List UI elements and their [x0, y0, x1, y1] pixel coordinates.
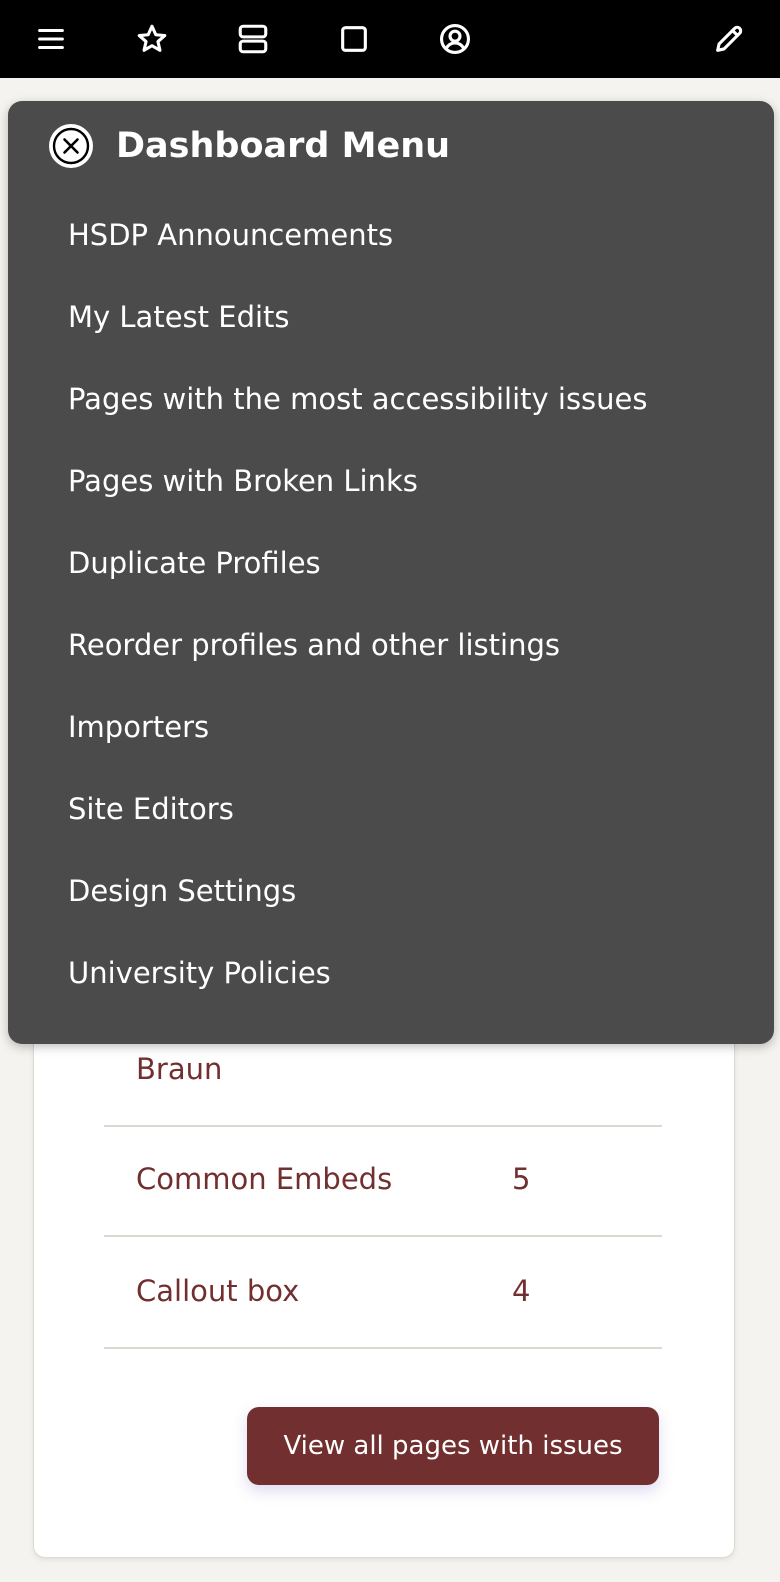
menu-item-site-editors[interactable]: Site Editors: [8, 768, 774, 850]
menu-item-university-policies[interactable]: University Policies: [8, 932, 774, 1014]
issue-count: 5: [512, 1162, 531, 1196]
layout-icon[interactable]: [233, 19, 273, 59]
issue-page-name[interactable]: Common Embeds: [136, 1162, 392, 1196]
issue-page-name[interactable]: Callout box: [136, 1274, 299, 1308]
table-row[interactable]: Common Embeds 5: [104, 1125, 662, 1237]
close-circle-icon[interactable]: [48, 123, 94, 169]
menu-item-reorder-profiles[interactable]: Reorder profiles and other listings: [8, 604, 774, 686]
star-icon[interactable]: [132, 19, 172, 59]
pencil-icon[interactable]: [709, 19, 749, 59]
issue-page-name[interactable]: Braun: [136, 1052, 222, 1086]
menu-icon[interactable]: [31, 19, 71, 59]
square-icon[interactable]: [334, 19, 374, 59]
top-toolbar: [0, 0, 780, 78]
view-all-issues-button[interactable]: View all pages with issues: [247, 1407, 659, 1485]
issue-count: 4: [512, 1274, 531, 1308]
user-icon[interactable]: [435, 19, 475, 59]
dashboard-menu: Dashboard Menu HSDP Announcements My Lat…: [8, 101, 774, 1044]
table-row[interactable]: Callout box 4: [104, 1237, 662, 1349]
menu-list: HSDP Announcements My Latest Edits Pages…: [8, 194, 774, 1014]
menu-item-hsdp-announcements[interactable]: HSDP Announcements: [8, 194, 774, 276]
menu-item-accessibility-issues[interactable]: Pages with the most accessibility issues: [8, 358, 774, 440]
menu-item-duplicate-profiles[interactable]: Duplicate Profiles: [8, 522, 774, 604]
menu-item-my-latest-edits[interactable]: My Latest Edits: [8, 276, 774, 358]
menu-item-importers[interactable]: Importers: [8, 686, 774, 768]
menu-item-design-settings[interactable]: Design Settings: [8, 850, 774, 932]
menu-title: Dashboard Menu: [116, 126, 451, 166]
menu-item-broken-links[interactable]: Pages with Broken Links: [8, 440, 774, 522]
